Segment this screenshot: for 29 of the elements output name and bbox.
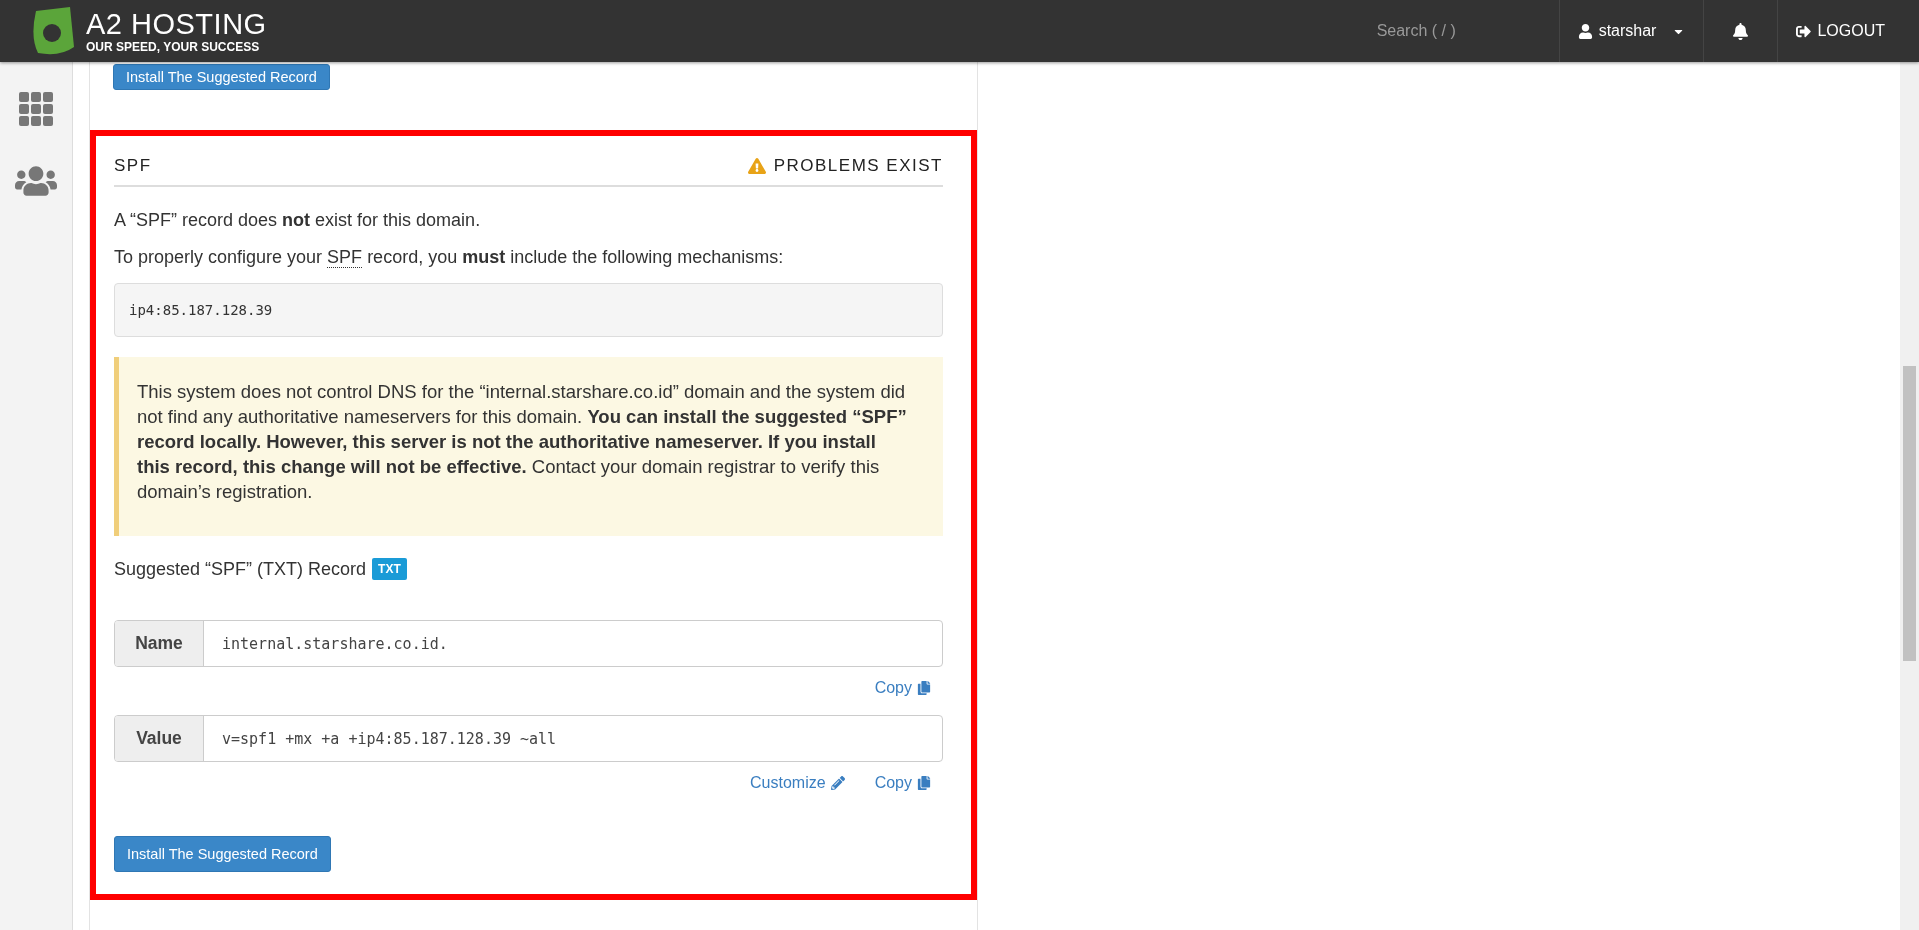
status-text: A “SPF” record does not exist for this domain. bbox=[114, 209, 482, 232]
copy-icon bbox=[917, 776, 931, 790]
brand-name: A2 HOSTING bbox=[86, 9, 267, 39]
apps-grid-icon[interactable] bbox=[19, 92, 53, 126]
warning-message: This system does not control DNS for the “internal.starshare.co.id” domain and the system did not find any authoritative nameservers for this domain. You can install the suggested “SPF” record locally. However, this server is not the authoritative nameserver. If you install this record, this change will not be effective. Contact your domain registrar to verify this domain’s registration. bbox=[114, 357, 943, 536]
record-type-badge: TXT bbox=[372, 558, 407, 580]
install-record-button[interactable]: Install The Suggested Record bbox=[114, 836, 331, 872]
record-field[interactable]: Name internal.starshare.co.id. bbox=[114, 620, 943, 667]
customize-link[interactable]: Customize bbox=[750, 774, 845, 792]
suggested-record-label: Suggested “SPF” (TXT) Record bbox=[114, 558, 367, 580]
warning-icon bbox=[747, 157, 766, 175]
record-field[interactable]: Value v=spf1 +mx +a +ip4:85.187.128.39 ~all bbox=[114, 715, 943, 762]
logout-icon[interactable] bbox=[1796, 23, 1812, 39]
mechanisms-code: ip4:85.187.128.39 bbox=[114, 283, 943, 337]
pencil-icon bbox=[830, 776, 845, 790]
copy-icon bbox=[917, 681, 931, 695]
logout-link[interactable]: LOGOUT bbox=[1817, 22, 1885, 40]
user-icon[interactable] bbox=[1577, 23, 1593, 39]
status-label: PROBLEMS EXIST bbox=[773, 156, 943, 176]
scrollbar[interactable] bbox=[1900, 62, 1919, 930]
search-field[interactable]: Search ( / ) bbox=[1374, 21, 1539, 41]
install-record-button[interactable]: Install The Suggested Record bbox=[113, 64, 330, 90]
copy-link[interactable]: Copy bbox=[874, 679, 931, 697]
instruction-text: To properly configure your SPF record, you must include the following mechanisms: bbox=[114, 246, 785, 270]
section-title: SPF bbox=[114, 156, 152, 176]
logo-icon[interactable] bbox=[30, 7, 76, 55]
copy-link[interactable]: Copy bbox=[874, 774, 931, 792]
user-menu[interactable]: starshar bbox=[1598, 22, 1657, 40]
brand-tagline: OUR SPEED, YOUR SUCCESS bbox=[86, 40, 261, 53]
